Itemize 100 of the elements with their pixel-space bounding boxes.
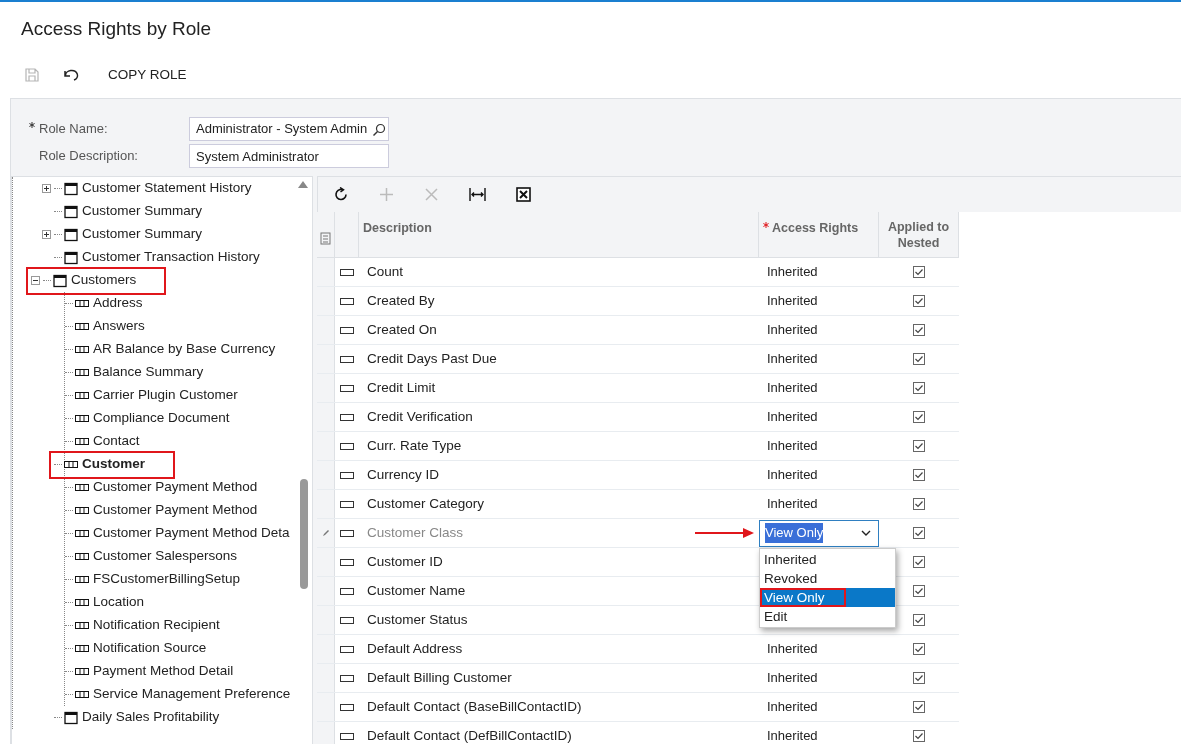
description-cell-text: Curr. Rate Type: [366, 436, 463, 455]
column-header[interactable]: Applied to Nested: [879, 212, 959, 257]
checkbox[interactable]: [913, 672, 925, 684]
spreadsheet-icon: [516, 187, 531, 202]
refresh-button[interactable]: [334, 187, 349, 202]
description-cell-text: Default Billing Customer: [366, 668, 513, 687]
access-cell-text: Inherited: [767, 495, 818, 514]
checkbox[interactable]: [913, 295, 925, 307]
input-field[interactable]: System Administrator: [189, 144, 389, 168]
lookup-field[interactable]: Administrator - System Admin: [189, 117, 389, 141]
expand-icon[interactable]: [42, 230, 51, 239]
tree-item[interactable]: Location: [93, 592, 145, 613]
tree-item[interactable]: Address: [93, 293, 143, 314]
tree-item[interactable]: Notification Recipient: [93, 615, 220, 636]
tree-item[interactable]: Service Management Preference: [93, 684, 291, 705]
field-label: Role Description:: [39, 147, 138, 166]
tree-item[interactable]: Answers: [93, 316, 145, 337]
tree-item[interactable]: Customer Salespersons: [93, 546, 238, 567]
checkbox[interactable]: [913, 382, 925, 394]
checkbox[interactable]: [913, 730, 925, 742]
description-cell-text: Credit Days Past Due: [366, 349, 498, 368]
table-icon: [75, 438, 89, 445]
description-cell-text: Customer ID: [366, 552, 444, 571]
checkbox[interactable]: [913, 353, 925, 365]
description-cell-text: Default Contact (BaseBillContactID): [366, 697, 583, 716]
tree-item[interactable]: AR Balance by Base Currency: [93, 339, 276, 360]
scrollbar-thumb[interactable]: [300, 479, 308, 589]
screen-icon: [53, 273, 67, 288]
description-cell-text: Customer Name: [366, 581, 467, 600]
tree-item[interactable]: Customers: [71, 270, 137, 291]
tree-item[interactable]: Carrier Plugin Customer: [93, 385, 238, 406]
tree-item[interactable]: Customer Payment Method: [93, 500, 258, 521]
tree-item[interactable]: Compliance Document: [93, 408, 230, 429]
checkbox[interactable]: [913, 469, 925, 481]
checkbox[interactable]: [913, 498, 925, 510]
tree-item[interactable]: Customer Summary: [82, 224, 203, 245]
tree-item[interactable]: Customer Payment Method Deta: [93, 523, 290, 544]
copy-role-button[interactable]: COPY ROLE: [108, 64, 187, 86]
expand-icon[interactable]: [42, 184, 51, 193]
dropdown-option[interactable]: Inherited: [760, 550, 895, 569]
checkbox[interactable]: [913, 585, 925, 597]
tree-item[interactable]: Customer Statement History: [82, 178, 252, 199]
table-icon: [75, 553, 89, 560]
fit-width-button[interactable]: [469, 187, 486, 202]
field-icon: [340, 558, 354, 566]
access-cell-text: Inherited: [767, 640, 818, 659]
access-dropdown[interactable]: View Only: [759, 519, 879, 547]
access-cell-text: Inherited: [767, 350, 818, 369]
tree-item[interactable]: Balance Summary: [93, 362, 204, 383]
screen-icon: [64, 250, 78, 265]
screen-icon: [64, 181, 78, 196]
tree-item[interactable]: Customer: [82, 454, 145, 475]
description-cell-text: Credit Limit: [366, 378, 437, 397]
description-cell-text: Customer Category: [366, 494, 486, 513]
scroll-up-icon[interactable]: [298, 180, 308, 188]
table-icon: [75, 645, 89, 652]
description-cell-text: Credit Verification: [366, 407, 474, 426]
checkbox[interactable]: [913, 411, 925, 423]
access-cell-text: Inherited: [767, 698, 818, 717]
access-cell-text: Inherited: [767, 321, 818, 340]
access-cell-text: Inherited: [767, 408, 818, 427]
spreadsheet-button[interactable]: [516, 187, 531, 202]
tree-item[interactable]: FSCustomerBillingSetup: [93, 569, 241, 590]
table-icon: [75, 576, 89, 583]
checkbox[interactable]: [913, 614, 925, 626]
tree-item[interactable]: Customer Payment Method: [93, 477, 258, 498]
dropdown-option[interactable]: View Only: [760, 588, 895, 607]
field-icon: [340, 732, 354, 740]
checkbox[interactable]: [913, 324, 925, 336]
field-icon: [340, 384, 354, 392]
undo-button[interactable]: [62, 68, 80, 82]
dropdown-option[interactable]: Revoked: [760, 569, 895, 588]
dropdown-option[interactable]: Edit: [760, 607, 895, 626]
search-icon[interactable]: [372, 122, 386, 137]
checkbox[interactable]: [913, 527, 925, 539]
tree-item[interactable]: Payment Method Detail: [93, 661, 234, 682]
tree-item[interactable]: Customer Summary: [82, 201, 203, 222]
refresh-icon: [334, 187, 349, 202]
field-icon: [340, 674, 354, 682]
tree-item[interactable]: Customer Transaction History: [82, 247, 260, 268]
tree-item[interactable]: Contact: [93, 431, 140, 452]
column-chooser-icon[interactable]: [320, 231, 331, 245]
fit-width-icon: [469, 187, 486, 202]
screen-icon: [64, 227, 78, 242]
tree-item[interactable]: Daily Sales Profitability: [82, 707, 220, 728]
undo-icon: [62, 68, 80, 82]
field-icon: [340, 616, 354, 624]
close-icon: [424, 187, 439, 202]
checkbox[interactable]: [913, 643, 925, 655]
checkbox[interactable]: [913, 440, 925, 452]
save-icon: [24, 67, 40, 83]
tree-item[interactable]: Notification Source: [93, 638, 207, 659]
checkbox[interactable]: [913, 266, 925, 278]
column-header[interactable]: Description: [359, 212, 759, 257]
description-cell-text: Customer Status: [366, 610, 469, 629]
collapse-icon[interactable]: [31, 276, 40, 285]
add-icon: [379, 187, 394, 202]
table-icon: [75, 599, 89, 606]
checkbox[interactable]: [913, 556, 925, 568]
checkbox[interactable]: [913, 701, 925, 713]
